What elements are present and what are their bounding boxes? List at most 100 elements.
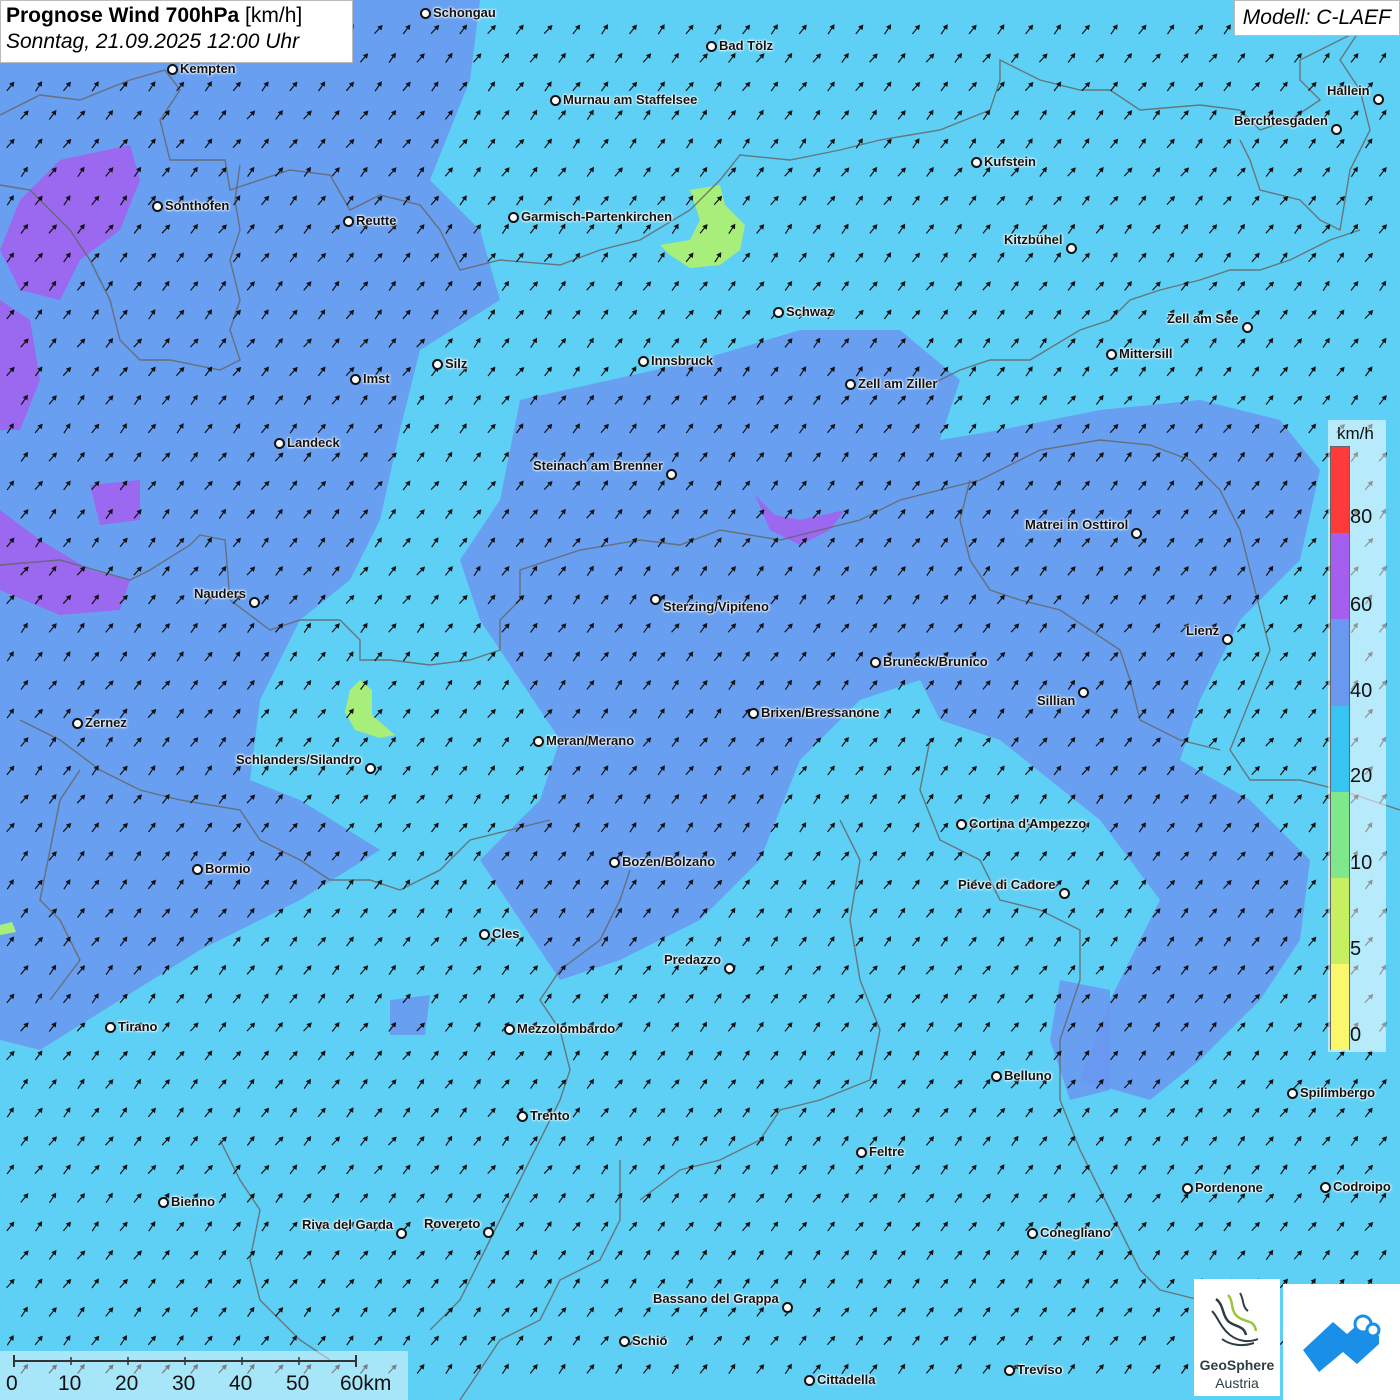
city-marker-icon: [1222, 634, 1233, 645]
city-marker-icon: [619, 1336, 630, 1347]
city-marker-icon: [724, 963, 735, 974]
city-label: Bruneck/Brunico: [883, 654, 988, 669]
city-label: Matrei in Osttirol: [1025, 517, 1129, 532]
city-marker-icon: [72, 718, 83, 729]
city-marker-icon: [152, 201, 163, 212]
model-label: Modell: C-LAEF: [1233, 0, 1400, 36]
city-label: Zell am Ziller: [858, 376, 938, 391]
city-label: Pieve di Cadore: [958, 877, 1056, 892]
legend-label: 20: [1350, 765, 1373, 787]
city-marker-icon: [192, 864, 203, 875]
city-label: Feltre: [869, 1144, 905, 1159]
city-label: Kufstein: [984, 154, 1036, 169]
city-label: Spilimbergo: [1300, 1085, 1376, 1100]
geosphere-emblem-icon: [1211, 1292, 1259, 1347]
city-label: Bienno: [171, 1194, 216, 1209]
city-label: Mittersill: [1119, 346, 1173, 361]
map-title: Prognose Wind 700hPa [km/h]: [6, 4, 347, 28]
legend-label: 40: [1350, 680, 1373, 702]
city-label: Silz: [445, 356, 468, 371]
city-marker-icon: [1078, 687, 1089, 698]
city-label: Codroipo: [1333, 1179, 1391, 1194]
legend-color-segment: [1331, 791, 1349, 878]
city-label: Kempten: [180, 61, 236, 76]
legend-color-segment: [1331, 619, 1349, 706]
city-marker-icon: [609, 857, 620, 868]
title-main: Prognose Wind 700hPa: [6, 4, 240, 27]
legend-unit: km/h: [1337, 424, 1374, 443]
city-label: Belluno: [1004, 1068, 1052, 1083]
city-marker-icon: [1027, 1228, 1038, 1239]
city-marker-icon: [971, 157, 982, 168]
city-label: Kitzbühel: [1004, 232, 1063, 247]
city-marker-icon: [638, 356, 649, 367]
city-marker-icon: [167, 64, 178, 75]
city-label: Pordenone: [1195, 1180, 1263, 1195]
legend-color-segment: [1331, 964, 1349, 1051]
city-marker-icon: [274, 438, 285, 449]
geosphere-logo: GeoSphere Austria: [1194, 1279, 1280, 1396]
city-marker-icon: [508, 212, 519, 223]
city-marker-icon: [158, 1197, 169, 1208]
city-label: Bormio: [205, 861, 251, 876]
city-marker-icon: [533, 736, 544, 747]
city-marker-icon: [1131, 528, 1142, 539]
city-label: Meran/Merano: [546, 733, 635, 748]
city-marker-icon: [1320, 1182, 1331, 1193]
city-label: Bad Tölz: [719, 38, 774, 53]
city-label: Cles: [492, 926, 520, 941]
city-marker-icon: [420, 8, 431, 19]
city-marker-icon: [1059, 888, 1070, 899]
city-label: Predazzo: [664, 952, 722, 967]
city-marker-icon: [1331, 124, 1342, 135]
city-label: Conegliano: [1040, 1225, 1111, 1240]
city-label: Trento: [530, 1108, 570, 1123]
scale-label: 10: [58, 1372, 82, 1395]
scale-label: 60km: [340, 1372, 392, 1395]
city-label: Steinach am Brenner: [533, 458, 664, 473]
logo-country: Austria: [1215, 1375, 1259, 1391]
city-label: Murnau am Staffelsee: [563, 92, 698, 107]
city-marker-icon: [343, 216, 354, 227]
city-label: Cittadella: [817, 1372, 876, 1387]
legend-color-segment: [1331, 447, 1349, 534]
city-label: Bassano del Grappa: [653, 1291, 779, 1306]
city-marker-icon: [845, 379, 856, 390]
scale-label: 20: [115, 1372, 139, 1395]
secondary-logo: [1283, 1284, 1400, 1400]
city-label: Lienz: [1186, 623, 1220, 638]
city-label: Berchtesgaden: [1234, 113, 1328, 128]
city-marker-icon: [504, 1024, 515, 1035]
city-marker-icon: [1182, 1183, 1193, 1194]
scale-label: 0: [6, 1372, 18, 1395]
city-marker-icon: [1106, 349, 1117, 360]
scale-label: 30: [172, 1372, 196, 1395]
city-label: Innsbruck: [651, 353, 714, 368]
scale-label: 40: [229, 1372, 253, 1395]
city-marker-icon: [856, 1147, 867, 1158]
cloud-mountain-logo-icon: [1303, 1314, 1381, 1372]
city-marker-icon: [365, 763, 376, 774]
city-label: Rovereto: [424, 1216, 481, 1231]
city-marker-icon: [773, 307, 784, 318]
city-label: Nauders: [194, 586, 247, 601]
legend-label: 80: [1350, 506, 1373, 528]
city-marker-icon: [782, 1302, 793, 1313]
legend-label: 5: [1350, 938, 1362, 960]
city-label: Schio: [632, 1333, 668, 1348]
city-label: Brixen/Bressanone: [761, 705, 880, 720]
scale-label: 50: [286, 1372, 310, 1395]
city-label: Schongau: [433, 5, 496, 20]
city-label: Hallein: [1327, 83, 1370, 98]
city-label: Reutte: [356, 213, 397, 228]
city-label: Imst: [363, 371, 390, 386]
city-label: Garmisch-Partenkirchen: [521, 209, 673, 224]
legend-label: 10: [1350, 852, 1373, 874]
city-marker-icon: [870, 657, 881, 668]
legend-color-segment: [1331, 877, 1349, 965]
city-marker-icon: [956, 819, 967, 830]
city-marker-icon: [483, 1227, 494, 1238]
city-marker-icon: [1242, 322, 1253, 333]
city-marker-icon: [1287, 1088, 1298, 1099]
city-label: Schwaz: [786, 304, 834, 319]
